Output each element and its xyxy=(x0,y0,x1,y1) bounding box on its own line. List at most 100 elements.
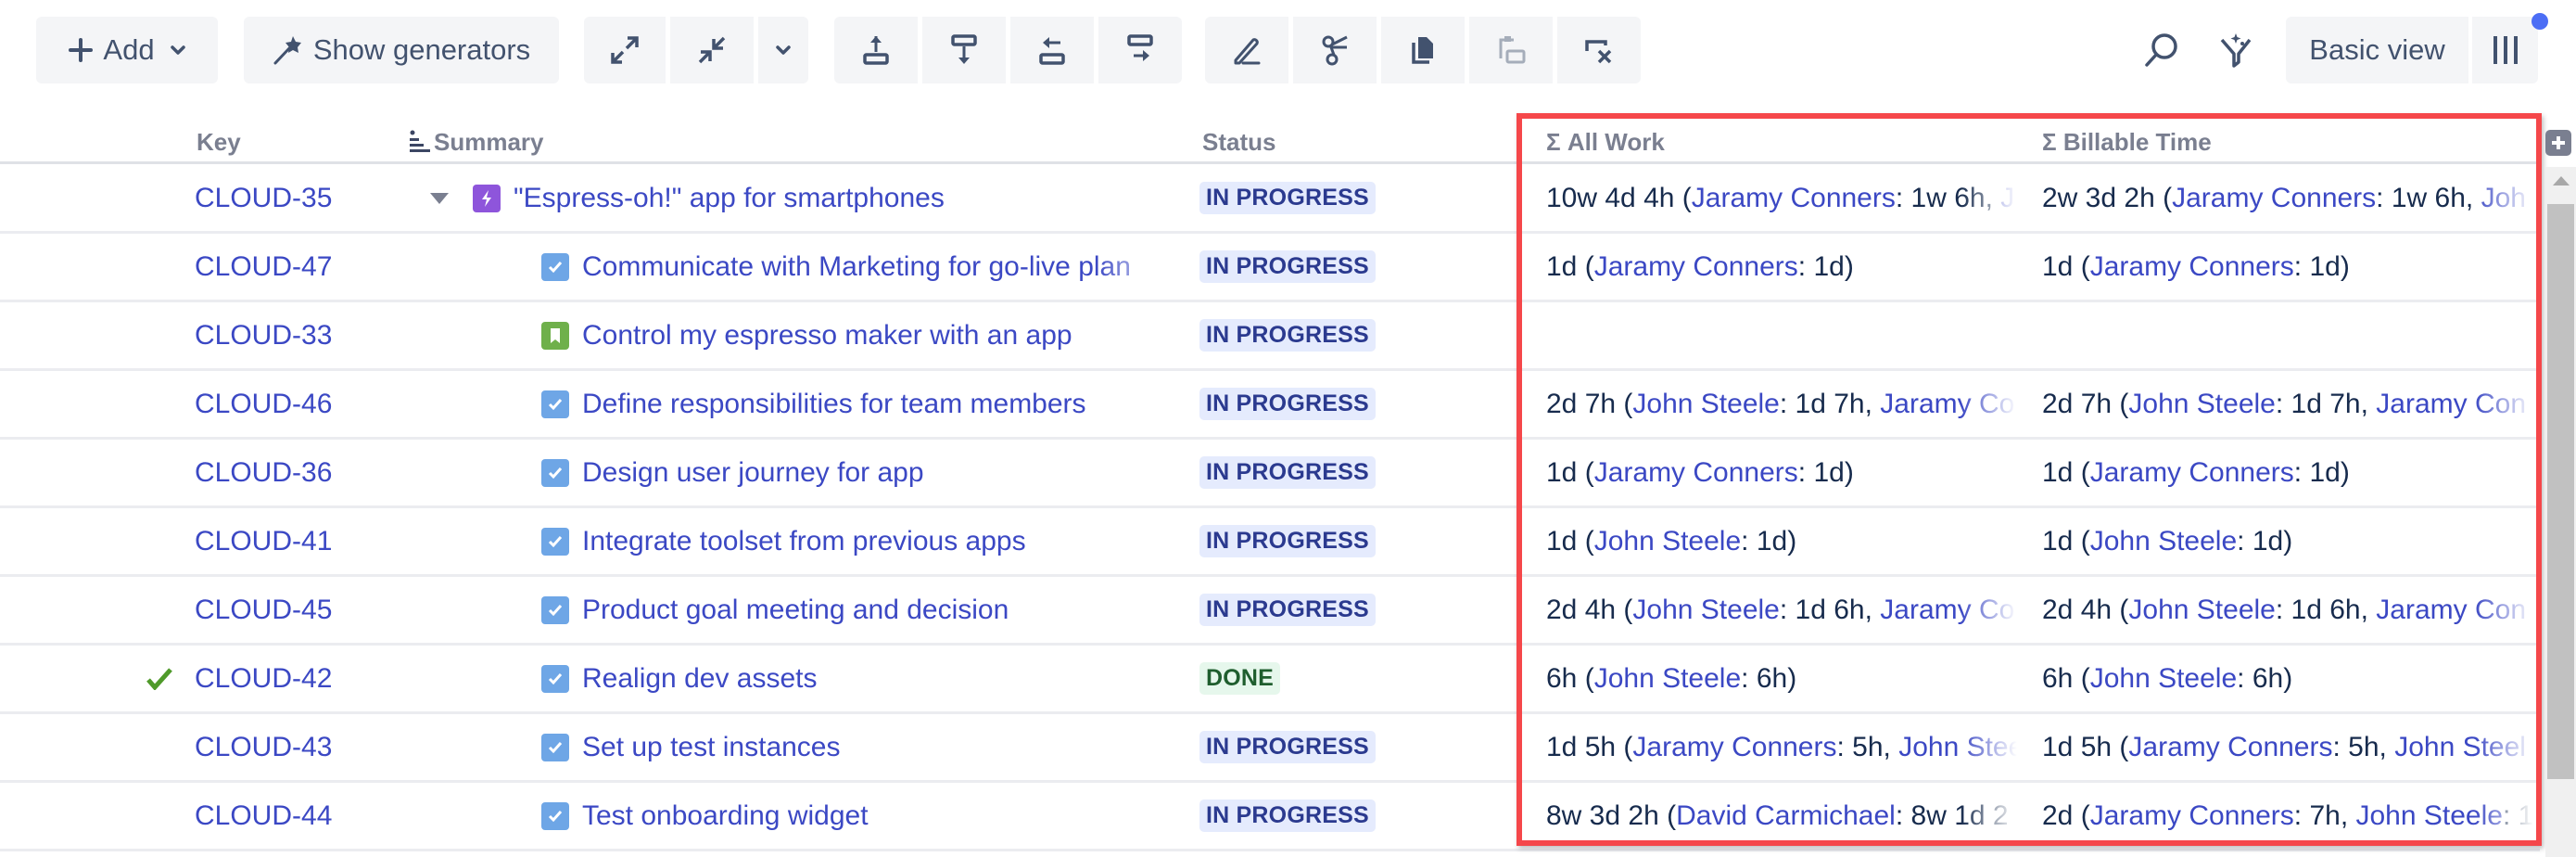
user-link[interactable]: John Steele xyxy=(2128,595,2275,625)
issue-key-link[interactable]: CLOUD-35 xyxy=(195,165,380,231)
vertical-scrollbar[interactable] xyxy=(2545,167,2576,857)
issue-key-link[interactable]: CLOUD-45 xyxy=(195,577,380,643)
issue-key-link[interactable]: CLOUD-33 xyxy=(195,302,380,368)
expand-toggle-icon[interactable] xyxy=(430,192,449,204)
status-badge[interactable]: DONE xyxy=(1199,662,1281,695)
filter-button[interactable] xyxy=(2202,17,2269,83)
status-badge[interactable]: IN PROGRESS xyxy=(1199,799,1376,832)
user-link[interactable]: Jaramy Con xyxy=(2376,595,2526,625)
summary-link[interactable]: Realign dev assets xyxy=(582,663,817,695)
table-row[interactable]: CLOUD-33 Control my espresso maker with a… xyxy=(0,302,2540,371)
column-header-summary[interactable]: Summary xyxy=(434,128,544,157)
user-link[interactable]: John Steele xyxy=(2090,526,2237,556)
copy-button[interactable] xyxy=(1381,17,1465,83)
issue-key-link[interactable]: CLOUD-43 xyxy=(195,714,380,780)
summary-link[interactable]: Design user journey for app xyxy=(582,457,924,489)
column-header-billable-time[interactable]: Σ Billable Time xyxy=(2042,128,2212,157)
user-link[interactable]: John Stee xyxy=(1898,732,2017,762)
summary-link[interactable]: Product goal meeting and decision xyxy=(582,595,1009,626)
user-link[interactable]: John Steele xyxy=(2356,800,2503,831)
issue-key-link[interactable]: CLOUD-46 xyxy=(195,371,380,437)
user-link[interactable]: Jaramy Co xyxy=(1880,595,2014,625)
add-column-button[interactable] xyxy=(2545,130,2571,156)
hierarchy-sort-icon[interactable] xyxy=(410,130,430,154)
summary-link[interactable]: "Espress-oh!" app for smartphones xyxy=(514,183,945,214)
move-up-button[interactable] xyxy=(834,17,918,83)
cut-button[interactable] xyxy=(1293,17,1377,83)
user-link[interactable]: Jaramy Conners xyxy=(1594,251,1798,282)
summary-link[interactable]: Test onboarding widget xyxy=(582,800,869,832)
summary-link[interactable]: Control my espresso maker with an app xyxy=(582,320,1072,352)
status-badge[interactable]: IN PROGRESS xyxy=(1199,388,1376,420)
user-link[interactable]: John Steele xyxy=(1632,595,1779,625)
issue-key-link[interactable]: CLOUD-42 xyxy=(195,646,380,711)
outdent-button[interactable] xyxy=(1010,17,1094,83)
column-header-status[interactable]: Status xyxy=(1202,128,1275,157)
all-work-value: 1d (Jaramy Conners: 1d) xyxy=(1546,457,1854,489)
issue-key-link[interactable]: CLOUD-41 xyxy=(195,508,380,574)
user-link[interactable]: Jaramy Conners xyxy=(1692,183,1896,213)
column-header-key[interactable]: Key xyxy=(197,128,241,157)
status-badge[interactable]: IN PROGRESS xyxy=(1199,525,1376,557)
user-link[interactable]: Joh xyxy=(2481,183,2526,213)
summary-link[interactable]: Define responsibilities for team members xyxy=(582,389,1086,420)
table-row[interactable]: CLOUD-35 "Espress-oh!" app for smartphone… xyxy=(0,165,2540,234)
user-link[interactable]: David Carmichael xyxy=(1676,800,1896,831)
status-badge[interactable]: IN PROGRESS xyxy=(1199,250,1376,283)
search-icon xyxy=(2145,33,2177,67)
user-link[interactable]: J xyxy=(2000,183,2014,213)
user-link[interactable]: John Steele xyxy=(2090,663,2237,694)
user-link[interactable]: Jaramy Conners xyxy=(2090,800,2294,831)
user-link[interactable]: Jaramy Con xyxy=(2376,389,2526,419)
issue-key-link[interactable]: CLOUD-36 xyxy=(195,440,380,505)
table-row[interactable]: CLOUD-43 Set up test instances IN PROGRESS… xyxy=(0,714,2540,783)
paste-button[interactable] xyxy=(1469,17,1553,83)
issue-key-link[interactable]: CLOUD-44 xyxy=(195,783,380,849)
issue-key-link[interactable]: CLOUD-47 xyxy=(195,234,380,300)
user-link[interactable]: John Steele xyxy=(1632,389,1779,419)
user-link[interactable]: John Steele xyxy=(1594,526,1741,556)
scroll-thumb[interactable] xyxy=(2547,204,2574,779)
billable-time-value: 2d (Jaramy Conners: 7h, John Steele: 1 xyxy=(2042,800,2533,832)
user-link[interactable]: Jaramy Co xyxy=(1880,389,2014,419)
edit-button[interactable] xyxy=(1205,17,1288,83)
summary-link[interactable]: Integrate toolset from previous apps xyxy=(582,526,1026,557)
scroll-up-arrow[interactable] xyxy=(2553,176,2570,185)
status-badge[interactable]: IN PROGRESS xyxy=(1199,182,1376,214)
user-link[interactable]: Jaramy Conners xyxy=(2172,183,2376,213)
user-link[interactable]: Jaramy Conners xyxy=(1594,457,1798,488)
columns-button[interactable] xyxy=(2472,17,2538,83)
summary-link[interactable]: Set up test instances xyxy=(582,732,841,763)
status-badge[interactable]: IN PROGRESS xyxy=(1199,731,1376,763)
expand-button[interactable] xyxy=(584,17,666,83)
user-link[interactable]: Jaramy Conners xyxy=(2090,457,2294,488)
user-link[interactable]: John Steele xyxy=(2128,389,2275,419)
column-header-all-work[interactable]: Σ All Work xyxy=(1546,128,1665,157)
show-generators-button[interactable]: Show generators xyxy=(244,17,559,83)
table-row[interactable]: CLOUD-47 Communicate with Marketing for g… xyxy=(0,234,2540,302)
remove-button[interactable] xyxy=(1557,17,1641,83)
user-link[interactable]: Jaramy Conners xyxy=(1632,732,1836,762)
status-badge[interactable]: IN PROGRESS xyxy=(1199,456,1376,489)
collapse-button[interactable] xyxy=(670,17,754,83)
table-row[interactable]: CLOUD-41 Integrate toolset from previous … xyxy=(0,508,2540,577)
indent-button[interactable] xyxy=(1098,17,1182,83)
basic-view-button[interactable]: Basic view xyxy=(2286,17,2468,83)
add-button[interactable]: Add xyxy=(36,17,218,83)
summary-link[interactable]: Communicate with Marketing for go-live p… xyxy=(582,251,1131,283)
table-row[interactable]: CLOUD-46 Define responsibilities for team… xyxy=(0,371,2540,440)
user-link[interactable]: John Steele xyxy=(1594,663,1741,694)
level-menu-button[interactable] xyxy=(758,17,808,83)
move-down-button[interactable] xyxy=(922,17,1006,83)
user-link[interactable]: Jaramy Conners xyxy=(2128,732,2332,762)
table-row[interactable]: CLOUD-45 Product goal meeting and decisio… xyxy=(0,577,2540,646)
status-badge[interactable]: IN PROGRESS xyxy=(1199,594,1376,626)
user-time: : 7h, xyxy=(2293,799,2356,831)
table-row[interactable]: CLOUD-44 Test onboarding widget IN PROGRES… xyxy=(0,783,2540,851)
table-row[interactable]: CLOUD-36 Design user journey for app IN PR… xyxy=(0,440,2540,508)
status-badge[interactable]: IN PROGRESS xyxy=(1199,319,1376,352)
table-row[interactable]: CLOUD-42 Realign dev assets DONE 6h (John S… xyxy=(0,646,2540,714)
user-link[interactable]: Jaramy Conners xyxy=(2090,251,2294,282)
search-button[interactable] xyxy=(2128,17,2195,83)
user-link[interactable]: John Steel xyxy=(2394,732,2526,762)
